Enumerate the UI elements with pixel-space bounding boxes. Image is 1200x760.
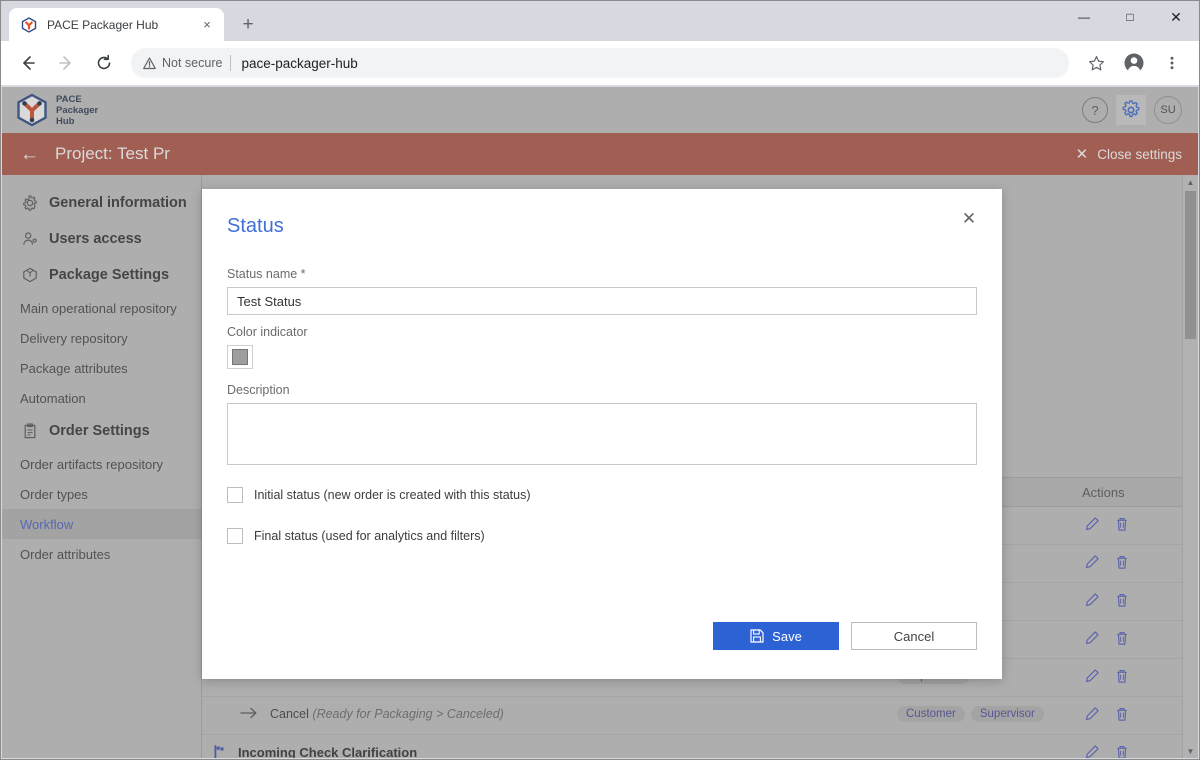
pace-cube-icon xyxy=(21,16,37,33)
cancel-button[interactable]: Cancel xyxy=(851,622,977,650)
url-text: pace-packager-hub xyxy=(241,55,358,71)
color-indicator-label: Color indicator xyxy=(227,325,308,339)
final-status-checkbox[interactable] xyxy=(227,528,243,544)
browser-tab-title: PACE Packager Hub xyxy=(47,17,159,32)
three-dot-menu-icon[interactable] xyxy=(1156,47,1188,79)
dialog-title: Status xyxy=(227,215,284,237)
new-tab-button[interactable]: + xyxy=(234,10,262,38)
color-indicator-field: Color indicator xyxy=(227,325,977,369)
star-icon[interactable] xyxy=(1080,47,1112,79)
initial-status-checkbox[interactable] xyxy=(227,487,243,503)
warning-triangle-icon xyxy=(143,56,156,70)
color-swatch xyxy=(232,349,248,365)
description-field: Description xyxy=(227,383,977,470)
browser-tab-strip: PACE Packager Hub × + — □ ✕ xyxy=(1,1,1199,41)
tab-close-icon[interactable]: × xyxy=(198,16,216,34)
dialog-actions: Save Cancel xyxy=(227,622,977,650)
final-status-label: Final status (used for analytics and fil… xyxy=(254,529,485,543)
color-indicator-button[interactable] xyxy=(227,345,253,369)
toolbar-right-actions xyxy=(1077,47,1191,79)
status-name-field: Status name * xyxy=(227,267,977,315)
window-close-button[interactable]: ✕ xyxy=(1153,1,1199,33)
status-name-input[interactable] xyxy=(227,287,977,315)
profile-avatar-icon[interactable] xyxy=(1118,47,1150,79)
nav-forward-icon[interactable] xyxy=(50,47,82,79)
nav-reload-icon[interactable] xyxy=(88,47,120,79)
save-label: Save xyxy=(772,628,802,644)
description-textarea[interactable] xyxy=(227,403,977,465)
browser-window: PACE Packager Hub × + — □ ✕ Not secure p… xyxy=(0,0,1200,760)
security-indicator[interactable]: Not secure xyxy=(143,56,222,70)
dialog-close-icon[interactable]: ✕ xyxy=(956,206,982,232)
final-status-checkbox-row[interactable]: Final status (used for analytics and fil… xyxy=(227,528,485,544)
security-label: Not secure xyxy=(162,56,223,70)
application-viewport: PACE Packager Hub ? SU ← Project: Test P… xyxy=(2,87,1198,758)
nav-back-icon[interactable] xyxy=(12,47,44,79)
omnibox-divider xyxy=(230,55,232,71)
status-dialog: Status ✕ Status name * Color indicator D… xyxy=(202,189,1002,679)
initial-status-checkbox-row[interactable]: Initial status (new order is created wit… xyxy=(227,487,531,503)
status-name-label: Status name * xyxy=(227,267,306,281)
initial-status-label: Initial status (new order is created wit… xyxy=(254,488,531,502)
window-maximize-button[interactable]: □ xyxy=(1107,1,1153,33)
browser-toolbar: Not secure pace-packager-hub xyxy=(1,41,1199,86)
floppy-save-icon xyxy=(750,629,764,643)
save-button[interactable]: Save xyxy=(713,622,839,650)
description-label: Description xyxy=(227,383,290,397)
window-minimize-button[interactable]: — xyxy=(1061,1,1107,33)
browser-tab[interactable]: PACE Packager Hub × xyxy=(9,8,224,41)
address-bar[interactable]: Not secure pace-packager-hub xyxy=(131,48,1069,78)
window-controls: — □ ✕ xyxy=(1061,1,1199,33)
